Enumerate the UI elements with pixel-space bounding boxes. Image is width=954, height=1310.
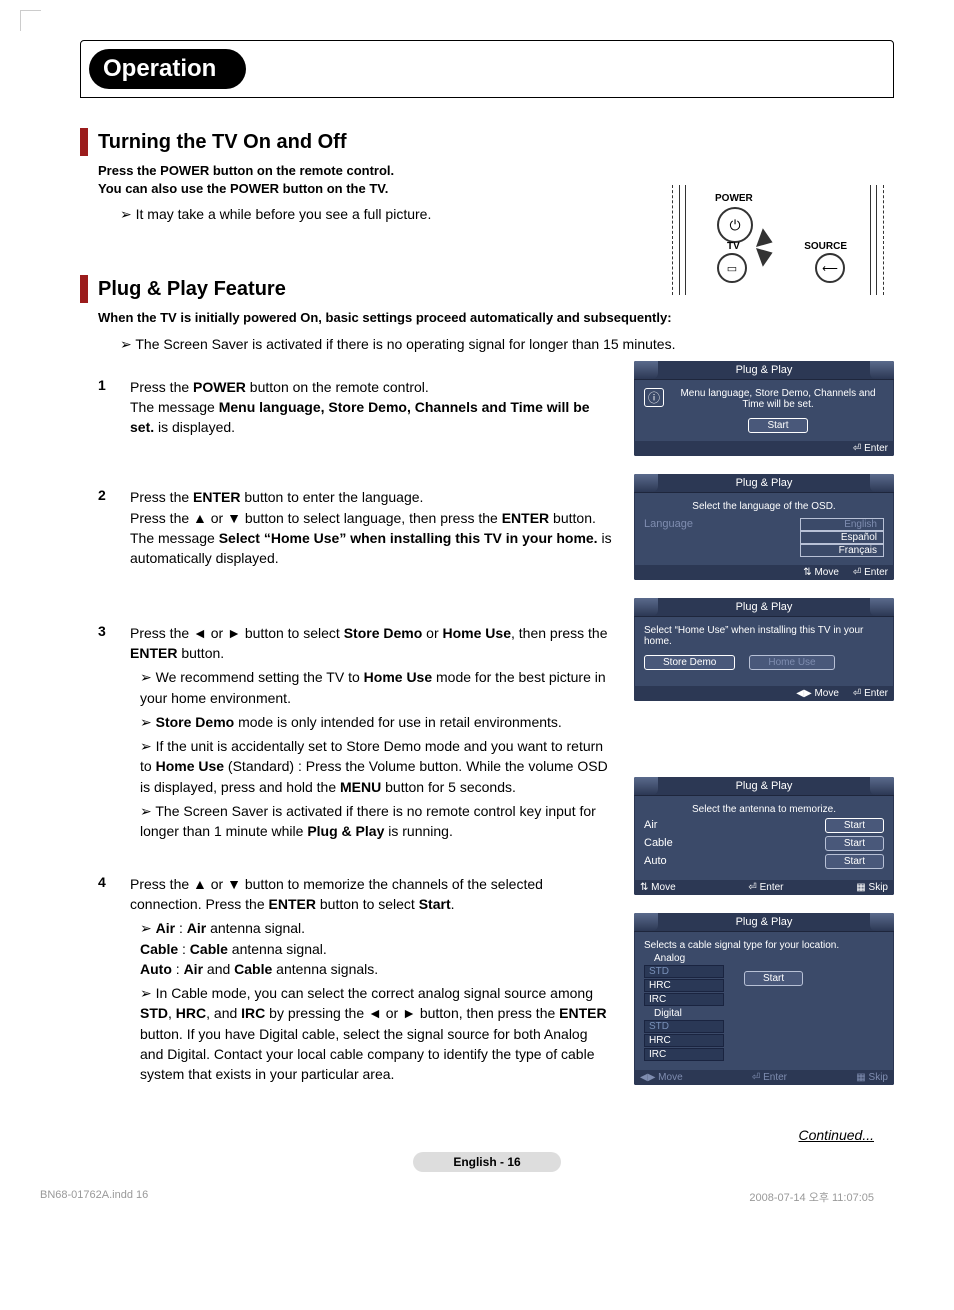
start-button[interactable]: Start [825, 818, 884, 833]
move-hint: ⇅ Move [803, 567, 839, 578]
panel-edge [870, 185, 871, 295]
store-demo-button[interactable]: Store Demo [644, 655, 735, 670]
osd-step2: Plug & Play Select the language of the O… [634, 474, 894, 580]
start-button[interactable]: Start [825, 836, 884, 851]
section-title: Turning the TV On and Off [98, 131, 347, 154]
enter-hint: ⏎ Enter [748, 882, 783, 893]
step-1: 1 Press the POWER button on the remote c… [98, 377, 614, 438]
substep: If the unit is accidentally set to Store… [140, 736, 614, 797]
enter-hint: ⏎ Enter [853, 443, 888, 454]
section-title: Plug & Play Feature [98, 278, 286, 301]
power-button[interactable]: ⏻ [717, 207, 753, 243]
note: The Screen Saver is activated if there i… [120, 336, 894, 353]
panel-edge [685, 185, 686, 295]
digital-label: Digital [654, 1008, 724, 1019]
osd-footer: ⇅ Move ⏎ Enter ▦ Skip [634, 880, 894, 895]
osd-step4: Plug & Play Select the antenna to memori… [634, 777, 894, 895]
step-number: 1 [98, 377, 112, 438]
crop-mark [20, 10, 41, 31]
start-button[interactable]: Start [825, 854, 884, 869]
osd-title: Plug & Play [634, 474, 894, 493]
osd-footer: ⏎ Enter [634, 441, 894, 456]
step-number: 3 [98, 623, 112, 846]
language-label: Language [644, 518, 800, 557]
osd-footer: ⇅ Move ⏎ Enter [634, 565, 894, 580]
print-info: BN68-01762A.indd 16 2008-07-14 오후 11:07:… [40, 1189, 874, 1205]
section-bar [80, 128, 88, 156]
move-hint: ◀▶ Move [796, 688, 839, 699]
start-button[interactable]: Start [748, 418, 807, 433]
step-number: 2 [98, 487, 112, 568]
operation-header: Operation [80, 40, 894, 98]
osd-message: Selects a cable signal type for your loc… [644, 940, 884, 951]
substep: The Screen Saver is activated if there i… [140, 801, 614, 842]
lead-text: When the TV is initially powered On, bas… [98, 309, 894, 327]
osd-title: Plug & Play [634, 913, 894, 932]
page-footer: English - 16 [80, 1153, 894, 1169]
irc-option[interactable]: IRC [644, 1048, 724, 1061]
substep: Store Demo mode is only intended for use… [140, 712, 614, 732]
panel-edge [679, 185, 680, 295]
continued-label: Continued... [80, 1127, 874, 1143]
page-number-pill: English - 16 [413, 1152, 560, 1172]
source-button[interactable]: ⟵ [815, 253, 845, 283]
osd-footer: ◀▶ Move ⏎ Enter ▦ Skip [634, 1070, 894, 1085]
panel-edge [876, 185, 877, 295]
enter-hint: ⏎ Enter [853, 688, 888, 699]
hrc-option[interactable]: HRC [644, 1034, 724, 1047]
substep: Air : Air antenna signal.Cable : Cable a… [140, 918, 614, 979]
substep: In Cable mode, you can select the correc… [140, 983, 614, 1084]
analog-label: Analog [654, 953, 724, 964]
source-label: SOURCE [804, 241, 847, 252]
print-file: BN68-01762A.indd 16 [40, 1189, 148, 1205]
skip-hint: ▦ Skip [856, 882, 888, 893]
skip-hint: ▦ Skip [856, 1072, 888, 1083]
start-button[interactable]: Start [744, 971, 803, 986]
move-hint: ⇅ Move [640, 882, 676, 893]
step-number: 4 [98, 874, 112, 1089]
osd-title: Plug & Play [634, 777, 894, 796]
osd-message: Select the language of the OSD. [644, 501, 884, 512]
std-option[interactable]: STD [644, 1020, 724, 1033]
arrow-icon [756, 243, 776, 267]
power-label: POWER [715, 193, 753, 204]
hrc-option[interactable]: HRC [644, 979, 724, 992]
osd-message: Menu language, Store Demo, Channels and … [672, 388, 884, 410]
section-turning-on-off: Turning the TV On and Off [80, 128, 894, 156]
move-hint: ◀▶ Move [640, 1072, 683, 1083]
osd-footer: ◀▶ Move ⏎ Enter [634, 686, 894, 701]
tv-panel-diagram: POWER ⏻ TV ▭ SOURCE ⟵ [672, 185, 884, 295]
substep: We recommend setting the TV to Home Use … [140, 667, 614, 708]
step-2: 2 Press the ENTER button to enter the la… [98, 487, 614, 568]
step-3: 3 Press the ◄ or ► button to select Stor… [98, 623, 614, 846]
std-option[interactable]: STD [644, 965, 724, 978]
language-options[interactable]: English Español Français [800, 518, 884, 557]
osd-message: Select the antenna to memorize. [644, 804, 884, 815]
enter-hint: ⏎ Enter [752, 1072, 787, 1083]
osd-step5: Plug & Play Selects a cable signal type … [634, 913, 894, 1085]
print-time: 2008-07-14 오후 11:07:05 [749, 1189, 874, 1205]
home-use-button[interactable]: Home Use [749, 655, 834, 670]
irc-option[interactable]: IRC [644, 993, 724, 1006]
osd-message: Select “Home Use” when installing this T… [644, 625, 884, 647]
info-icon: ⓘ [644, 388, 664, 407]
section-bar [80, 275, 88, 303]
osd-step1: Plug & Play ⓘ Menu language, Store Demo,… [634, 361, 894, 456]
step-4: 4 Press the ▲ or ▼ button to memorize th… [98, 874, 614, 1089]
tv-label: TV [727, 241, 740, 252]
page-title: Operation [89, 49, 246, 89]
tv-button[interactable]: ▭ [717, 253, 747, 283]
lead-text: Press the POWER button on the remote con… [98, 162, 894, 180]
enter-hint: ⏎ Enter [853, 567, 888, 578]
osd-step3: Plug & Play Select “Home Use” when insta… [634, 598, 894, 701]
osd-title: Plug & Play [634, 598, 894, 617]
osd-title: Plug & Play [634, 361, 894, 380]
